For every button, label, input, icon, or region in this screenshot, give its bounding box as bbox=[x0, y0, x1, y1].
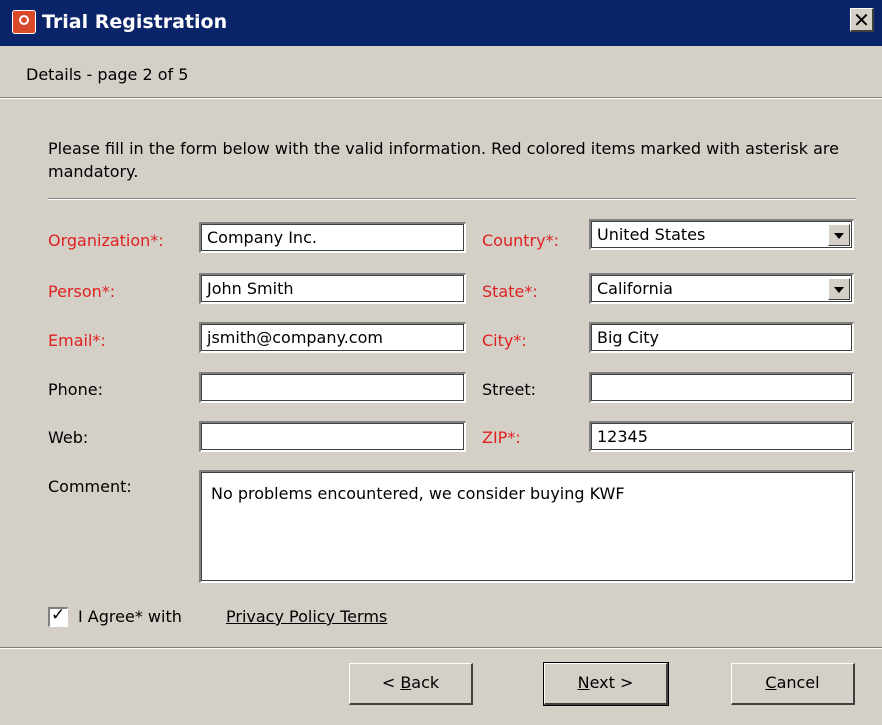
state-select[interactable]: California bbox=[589, 273, 854, 304]
country-value: United States bbox=[597, 225, 706, 244]
comment-textarea[interactable]: No problems encountered, we consider buy… bbox=[199, 470, 855, 583]
header-divider bbox=[0, 97, 882, 99]
checkmark-icon: ✓ bbox=[51, 605, 66, 625]
web-field[interactable] bbox=[199, 421, 466, 452]
instructions-divider bbox=[48, 198, 856, 200]
next-button[interactable]: Next > bbox=[543, 662, 669, 706]
chevron-down-icon[interactable] bbox=[828, 224, 850, 246]
street-label: Street: bbox=[482, 380, 537, 399]
phone-label: Phone: bbox=[48, 380, 103, 399]
dialog-window: Trial Registration ✕ Details - page 2 of… bbox=[0, 0, 882, 725]
cancel-button-rest: ancel bbox=[776, 673, 820, 692]
organization-field[interactable]: Company Inc. bbox=[199, 222, 466, 253]
email-label: Email*: bbox=[48, 331, 106, 350]
agree-checkbox[interactable]: ✓ bbox=[48, 605, 68, 627]
privacy-policy-link[interactable]: Privacy Policy Terms bbox=[226, 607, 387, 626]
page-heading: Details - page 2 of 5 bbox=[26, 65, 189, 84]
country-label: Country*: bbox=[482, 231, 559, 250]
zip-label: ZIP*: bbox=[482, 428, 521, 447]
email-value: jsmith@company.com bbox=[207, 328, 383, 347]
city-field[interactable]: Big City bbox=[589, 322, 854, 353]
instructions-text: Please fill in the form below with the v… bbox=[48, 139, 839, 181]
zip-value: 12345 bbox=[597, 427, 648, 446]
street-field[interactable] bbox=[589, 372, 854, 403]
close-button[interactable]: ✕ bbox=[850, 8, 874, 32]
web-label: Web: bbox=[48, 428, 89, 447]
zip-field[interactable]: 12345 bbox=[589, 421, 854, 452]
city-value: Big City bbox=[597, 328, 660, 347]
footer-divider bbox=[0, 647, 882, 649]
back-button-rest: ack bbox=[411, 673, 440, 692]
next-button-mnemonic: N bbox=[577, 673, 590, 692]
cancel-button[interactable]: Cancel bbox=[731, 663, 855, 705]
agree-label[interactable]: I Agree* with bbox=[78, 607, 182, 626]
state-label: State*: bbox=[482, 282, 538, 301]
close-icon: ✕ bbox=[853, 8, 870, 32]
next-button-rest: ext > bbox=[589, 673, 634, 692]
back-button[interactable]: < Back bbox=[349, 663, 473, 705]
country-select[interactable]: United States bbox=[589, 219, 854, 250]
city-label: City*: bbox=[482, 331, 527, 350]
email-field[interactable]: jsmith@company.com bbox=[199, 322, 466, 353]
state-value: California bbox=[597, 279, 673, 298]
window-title: Trial Registration bbox=[42, 11, 228, 33]
app-logo-icon bbox=[12, 10, 36, 34]
back-button-prefix: < bbox=[381, 673, 401, 692]
phone-field[interactable] bbox=[199, 372, 466, 403]
cancel-button-mnemonic: C bbox=[765, 673, 777, 692]
person-value: John Smith bbox=[207, 279, 294, 298]
person-label: Person*: bbox=[48, 282, 116, 301]
organization-value: Company Inc. bbox=[207, 228, 317, 247]
person-field[interactable]: John Smith bbox=[199, 273, 466, 304]
title-bar[interactable]: Trial Registration ✕ bbox=[0, 0, 882, 46]
back-button-mnemonic: B bbox=[400, 673, 412, 692]
chevron-down-icon[interactable] bbox=[828, 278, 850, 300]
comment-label: Comment: bbox=[48, 477, 132, 496]
comment-value: No problems encountered, we consider buy… bbox=[211, 484, 625, 503]
organization-label: Organization*: bbox=[48, 231, 164, 250]
